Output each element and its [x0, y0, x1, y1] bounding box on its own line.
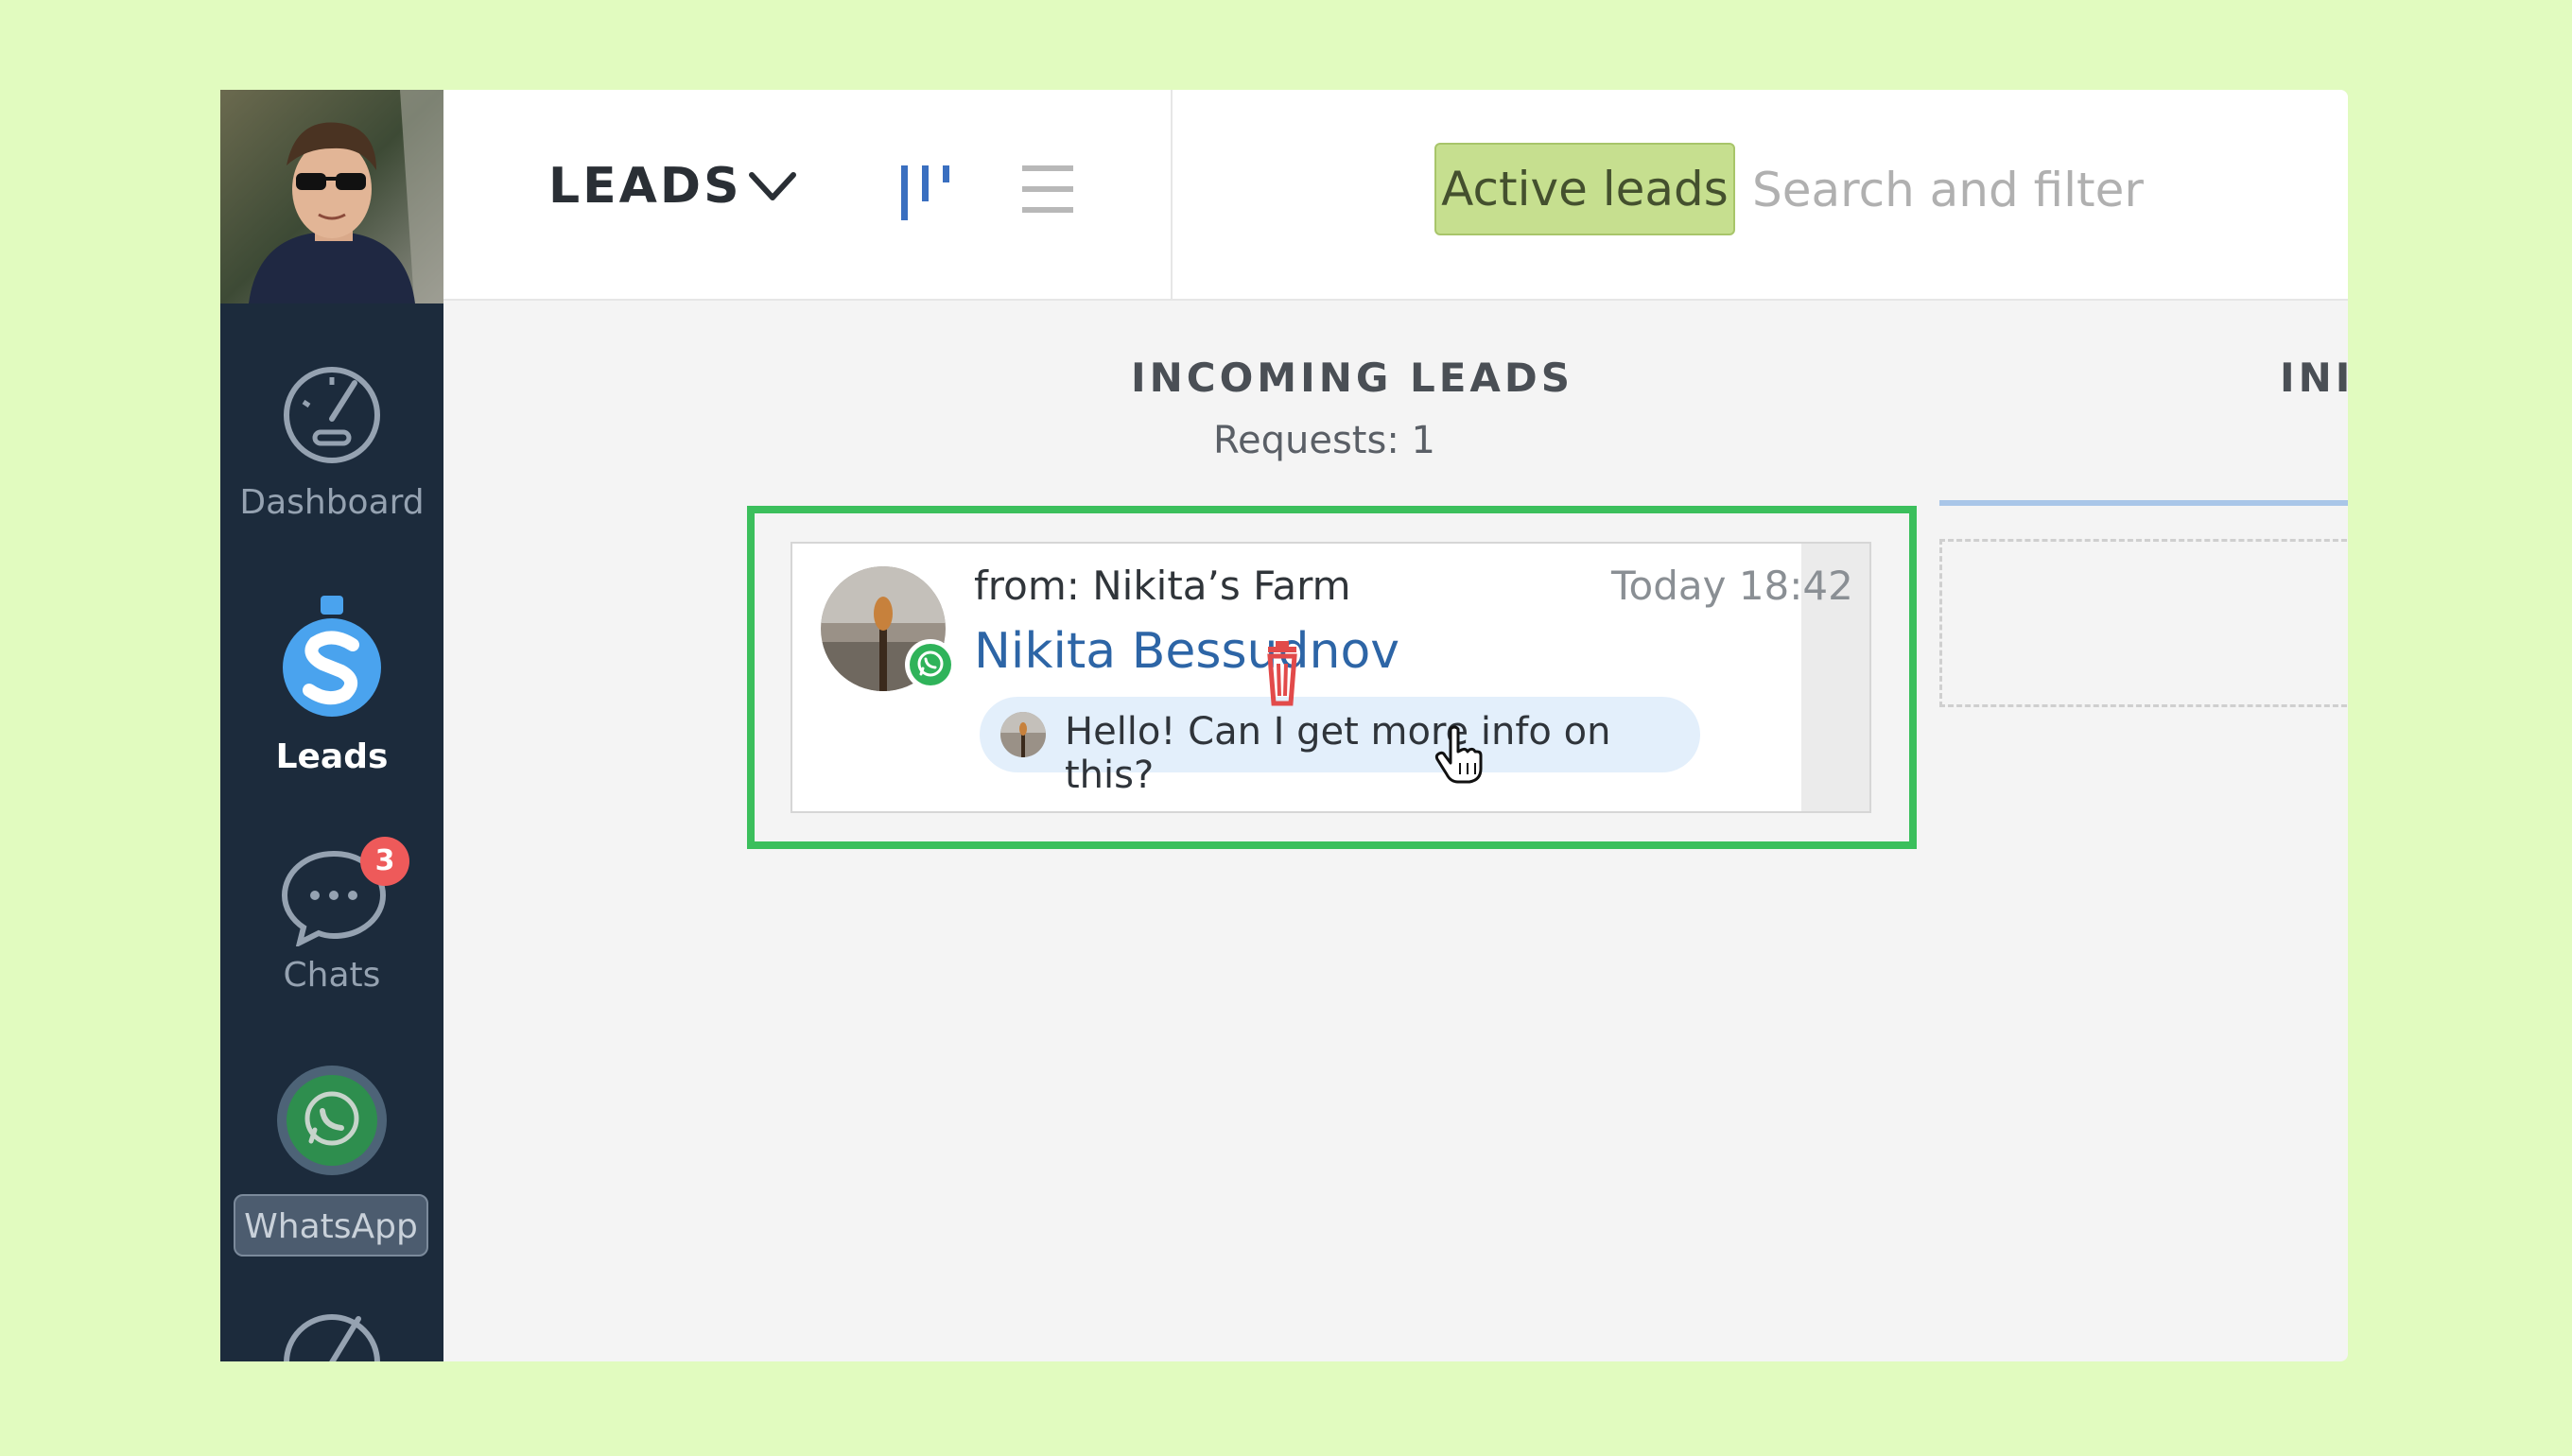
message-text: Hello! Can I get more info on this?	[1065, 710, 1611, 797]
speedometer-icon	[284, 367, 380, 463]
sidebar-item-chats[interactable]: 3 Chats	[220, 837, 443, 1101]
header-divider	[1171, 90, 1173, 301]
sidebar: Dashboard Leads 3 Chats WhatsApp	[220, 90, 443, 1361]
column-title-incoming: INCOMING LEADS	[1131, 355, 1574, 401]
message-preview[interactable]: Hello! Can I get more info on this?	[980, 697, 1700, 797]
lead-card[interactable]: from: Nikita’s Farm Today 18:42 Nikita B…	[791, 542, 1871, 813]
column-title-next: INI	[2280, 355, 2348, 401]
column-requests-count: Requests: 1	[1213, 419, 1435, 462]
sidebar-item-label: Leads	[275, 737, 389, 776]
app-window: Dashboard Leads 3 Chats WhatsApp LEADS A…	[220, 90, 2348, 1361]
user-avatar[interactable]	[220, 90, 443, 303]
leads-s-icon	[283, 596, 381, 717]
whatsapp-icon	[277, 1066, 387, 1175]
top-header: LEADS Active leads	[443, 90, 2348, 301]
list-view-icon[interactable]	[1020, 164, 1075, 217]
column-progress-bar	[1939, 500, 2348, 506]
pipeline-view-icon[interactable]	[899, 162, 954, 222]
lead-name-link[interactable]: Nikita Bessudnov	[974, 623, 1399, 680]
whatsapp-label[interactable]: WhatsApp	[234, 1194, 428, 1257]
search-input[interactable]	[1750, 143, 2321, 237]
sidebar-item-label: Chats	[283, 956, 381, 995]
page-title[interactable]: LEADS	[548, 158, 742, 215]
message-avatar	[1000, 712, 1046, 757]
chevron-down-icon[interactable]	[748, 171, 797, 201]
active-leads-filter-chip[interactable]: Active leads	[1434, 143, 1735, 235]
lead-timestamp: Today 18:42	[1611, 563, 1853, 609]
column-drop-zone[interactable]	[1939, 539, 2348, 707]
lead-source: from: Nikita’s Farm	[974, 563, 1351, 609]
unread-badge: 3	[360, 837, 409, 886]
settings-partial-icon	[284, 1314, 380, 1361]
hand-cursor-icon	[1434, 725, 1483, 784]
whatsapp-icon	[905, 639, 956, 690]
trash-icon[interactable]	[1262, 641, 1302, 707]
sidebar-item-label: Dashboard	[239, 483, 425, 522]
